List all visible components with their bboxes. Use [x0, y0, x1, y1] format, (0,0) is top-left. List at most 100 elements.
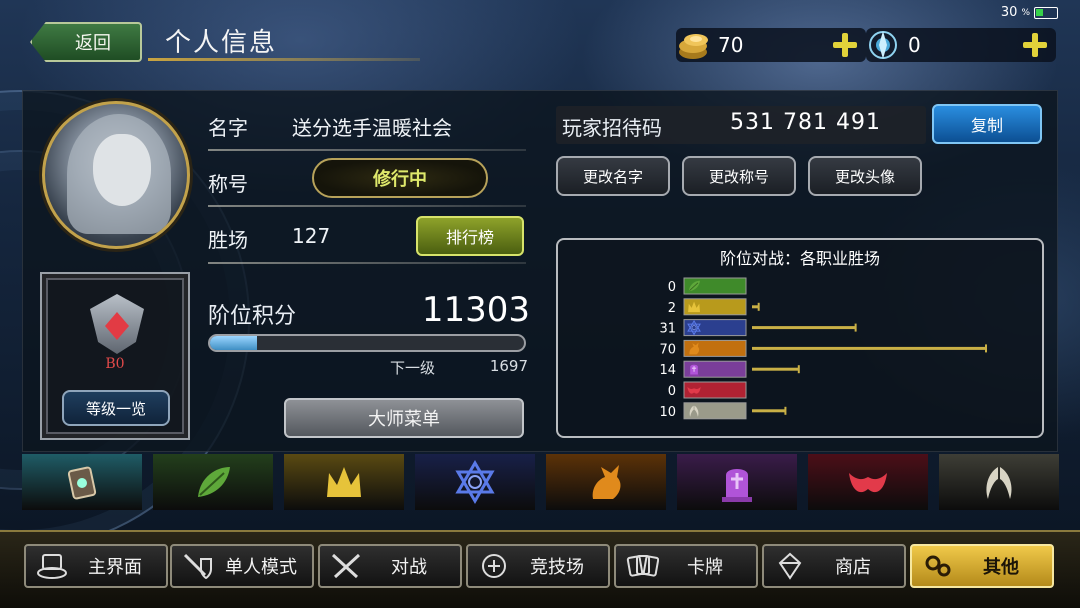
rank-label: B0 [105, 356, 125, 372]
class-win-count: 10 [659, 405, 676, 420]
next-level-value: 1697 [489, 357, 528, 375]
tombstone-icon [688, 364, 700, 377]
nav-label: 对战 [391, 557, 427, 578]
gold-amount: 70 [718, 33, 744, 57]
class-win-count: 2 [668, 301, 676, 316]
name-value: 送分选手温暖社会 [292, 116, 452, 140]
battery-percent: 30 [1000, 5, 1018, 20]
class-win-count: 14 [659, 363, 676, 378]
crystal-currency: 0 [866, 28, 1056, 62]
rank-progress-fill [210, 336, 258, 350]
angel-wing-icon [986, 467, 1012, 499]
player-avatar[interactable] [42, 101, 190, 249]
rank-score-value: 11303 [421, 290, 530, 330]
home-icon [32, 546, 72, 586]
arena-icon [474, 546, 514, 586]
class-swatch-bishop [683, 402, 747, 420]
shop-gem-icon [770, 546, 810, 586]
rank-score-label: 阶位积分 [208, 304, 297, 329]
game-screen: 30 % 返回 个人信息 70 0 B0 等级一览 名字 送分选手温暖社会 称号… [0, 0, 1080, 608]
class-win-count: 0 [668, 280, 676, 295]
divider [208, 149, 526, 151]
class-win-count: 31 [659, 322, 676, 337]
crystal-amount: 0 [908, 33, 921, 57]
nav-label: 竞技场 [530, 557, 584, 578]
class-win-count: 70 [659, 342, 676, 357]
change-avatar-button[interactable]: 更改头像 [808, 156, 922, 196]
class-tab-dragon[interactable] [546, 454, 666, 510]
class-tab-bat-wing[interactable] [808, 454, 928, 510]
change-name-button[interactable]: 更改名字 [556, 156, 670, 196]
wins-value: 127 [292, 224, 331, 248]
nav-label: 商店 [835, 557, 871, 578]
leaf-icon [198, 467, 230, 497]
tombstone-icon [722, 469, 752, 502]
class-win-bar [752, 346, 986, 350]
divider [208, 205, 526, 207]
dragon-icon [592, 465, 621, 499]
class-tab-tombstone[interactable] [677, 454, 797, 510]
divider [208, 262, 526, 264]
nav-home-button[interactable]: 主界面 [24, 544, 168, 588]
nav-label: 卡牌 [687, 557, 723, 578]
class-tab-angel-wing[interactable] [939, 454, 1059, 510]
nav-shop-gem-button[interactable]: 商店 [762, 544, 906, 588]
class-tab-leaf[interactable] [153, 454, 273, 510]
rank-box: B0 等级一览 [40, 272, 190, 440]
class-tab-crown[interactable] [284, 454, 404, 510]
class-tab-hexagram[interactable] [415, 454, 535, 510]
back-button[interactable]: 返回 [30, 22, 142, 62]
master-menu-button[interactable]: 大师菜单 [284, 398, 524, 438]
change-title-button[interactable]: 更改称号 [682, 156, 796, 196]
add-crystal-button[interactable] [1022, 32, 1048, 58]
class-win-bar-end [985, 344, 987, 353]
class-win-bar-end [757, 302, 760, 311]
battery-indicator: 30 % [1001, 5, 1058, 20]
page-title: 个人信息 [165, 28, 278, 58]
wins-label: 胜场 [208, 228, 248, 252]
player-title-badge[interactable]: 修行中 [312, 158, 488, 198]
class-win-bar-end [784, 406, 787, 415]
crystal-orb-icon [862, 26, 904, 64]
cards-icon [622, 546, 662, 586]
battery-unit: % [1021, 7, 1030, 18]
title-label: 称号 [208, 172, 248, 196]
nav-label: 其他 [983, 557, 1019, 578]
copy-button[interactable]: 复制 [932, 104, 1042, 144]
chart-title: 阶位对战：各职业胜场 [719, 249, 880, 268]
nav-arena-button[interactable]: 竞技场 [466, 544, 610, 588]
class-win-count: 0 [668, 384, 676, 399]
gold-currency: 70 [676, 28, 866, 62]
leaderboard-button[interactable]: 排行榜 [416, 216, 524, 256]
nav-cards-button[interactable]: 卡牌 [614, 544, 758, 588]
class-win-bar [752, 326, 856, 330]
title-underline [148, 58, 420, 61]
crown-icon [327, 467, 361, 497]
class-wins-chart: 0 2 31 70 14 0 10 [659, 277, 987, 420]
name-label: 名字 [208, 116, 248, 140]
class-tab-portal[interactable] [22, 454, 142, 510]
rank-list-button[interactable]: 等级一览 [62, 390, 170, 426]
invite-code-label: 玩家招待码 [562, 116, 662, 140]
hexagram-icon [455, 460, 495, 504]
invite-code-value: 531 781 491 [730, 110, 881, 135]
class-win-bar-end [854, 323, 857, 332]
next-level-label: 下一级 [390, 359, 436, 377]
nav-label: 主界面 [88, 557, 142, 578]
nav-crossed-swords-button[interactable]: 对战 [318, 544, 462, 588]
class-win-bar [752, 367, 799, 371]
nav-gears-button[interactable]: 其他 [910, 544, 1054, 588]
sword-shield-icon [178, 546, 218, 586]
add-gold-button[interactable] [832, 32, 858, 58]
class-win-bar [752, 409, 786, 413]
crossed-swords-icon [326, 546, 366, 586]
class-win-bar-end [797, 365, 800, 374]
battery-icon [1034, 6, 1058, 19]
nav-label: 单人模式 [225, 557, 297, 578]
class-win-bar [752, 305, 759, 309]
rank-progress-bar [208, 334, 526, 352]
portal-icon [67, 466, 97, 500]
gears-icon [918, 546, 958, 586]
bat-wing-icon [849, 473, 887, 493]
nav-sword-shield-button[interactable]: 单人模式 [170, 544, 314, 588]
